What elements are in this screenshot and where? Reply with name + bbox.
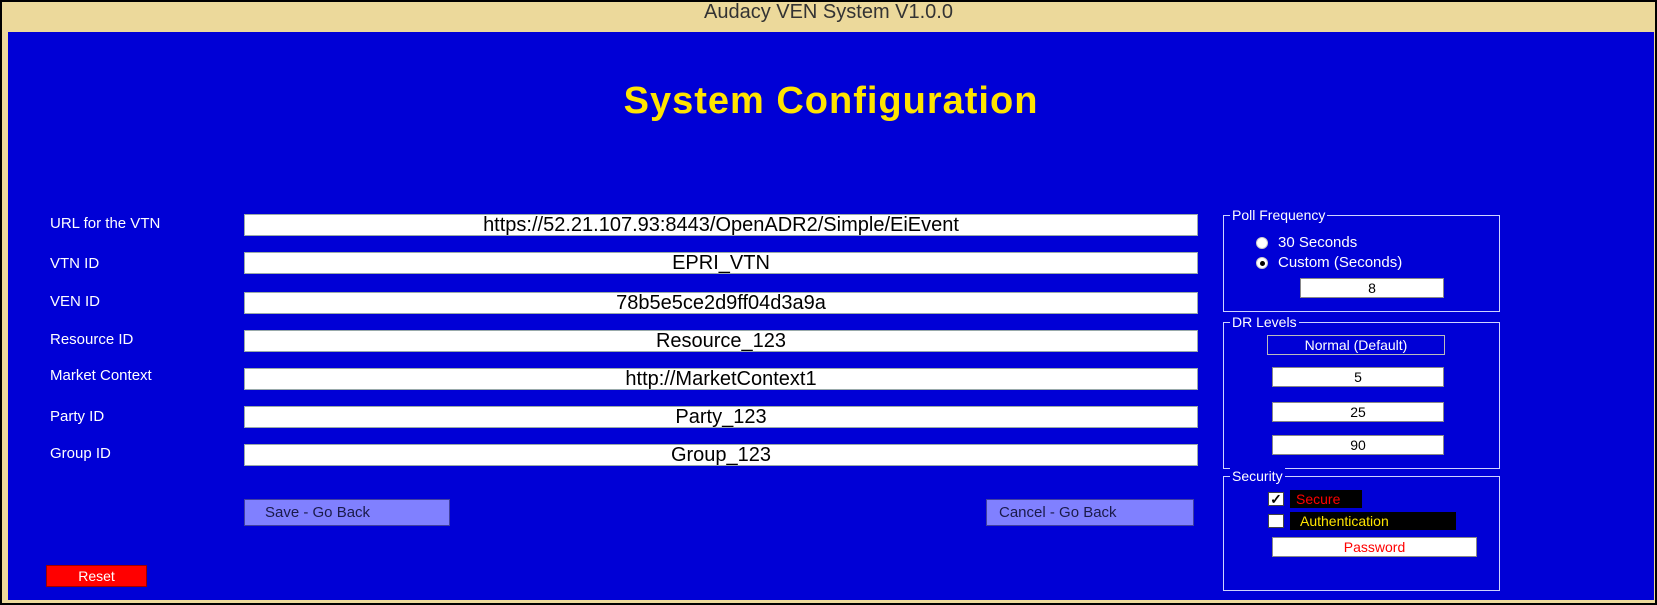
custom-seconds-input[interactable] <box>1300 278 1444 298</box>
party-id-label: Party ID <box>50 408 105 425</box>
dr-levels-title: DR Levels <box>1230 313 1299 331</box>
authentication-checkbox[interactable] <box>1268 514 1284 528</box>
password-field[interactable] <box>1272 537 1477 557</box>
vtn-id-label: VTN ID <box>50 255 100 272</box>
app-window: Audacy VEN System V1.0.0 System Configur… <box>0 0 1657 605</box>
ven-id-input[interactable] <box>244 292 1198 314</box>
radio-30-seconds[interactable]: 30 Seconds <box>1256 234 1357 251</box>
config-panel: System Configuration URL for the VTN VTN… <box>8 32 1654 600</box>
authentication-label: Authentication <box>1290 512 1456 530</box>
url-vtn-input[interactable] <box>244 214 1198 236</box>
radio-button-icon <box>1256 236 1268 249</box>
page-title: System Configuration <box>623 80 1039 122</box>
url-vtn-label: URL for the VTN <box>50 215 161 232</box>
poll-frequency-title: Poll Frequency <box>1230 206 1328 224</box>
resource-id-input[interactable] <box>244 330 1198 352</box>
poll-frequency-group: Poll Frequency 30 Seconds Custom (Second… <box>1223 206 1500 312</box>
dr-level-3-input[interactable] <box>1272 435 1444 455</box>
reset-button[interactable]: Reset <box>46 565 147 587</box>
resource-id-label: Resource ID <box>50 331 134 348</box>
ven-id-label: VEN ID <box>50 293 101 310</box>
security-title: Security <box>1230 467 1285 485</box>
radio-custom-label: Custom (Seconds) <box>1278 254 1403 271</box>
party-id-input[interactable] <box>244 406 1198 428</box>
dr-level-1-input[interactable] <box>1272 367 1444 387</box>
radio-custom-seconds[interactable]: Custom (Seconds) <box>1256 254 1402 271</box>
secure-label: Secure <box>1290 490 1362 508</box>
vtn-id-input[interactable] <box>244 252 1198 274</box>
radio-30-seconds-label: 30 Seconds <box>1278 234 1358 251</box>
market-context-label: Market Context <box>50 367 152 384</box>
market-context-input[interactable] <box>244 368 1198 390</box>
save-button[interactable]: Save - Go Back <box>244 499 450 526</box>
group-id-input[interactable] <box>244 444 1198 466</box>
security-group: Security ✓ Secure Authentication <box>1223 467 1500 591</box>
radio-button-selected-icon <box>1256 256 1268 269</box>
secure-checkbox[interactable]: ✓ <box>1268 492 1284 506</box>
cancel-button[interactable]: Cancel - Go Back <box>986 499 1194 526</box>
window-title: Audacy VEN System V1.0.0 <box>703 2 953 23</box>
dr-levels-group: DR Levels Normal (Default) <box>1223 313 1500 469</box>
dr-level-2-input[interactable] <box>1272 402 1444 422</box>
group-id-label: Group ID <box>50 445 111 462</box>
dr-mode-select[interactable]: Normal (Default) <box>1267 335 1445 355</box>
